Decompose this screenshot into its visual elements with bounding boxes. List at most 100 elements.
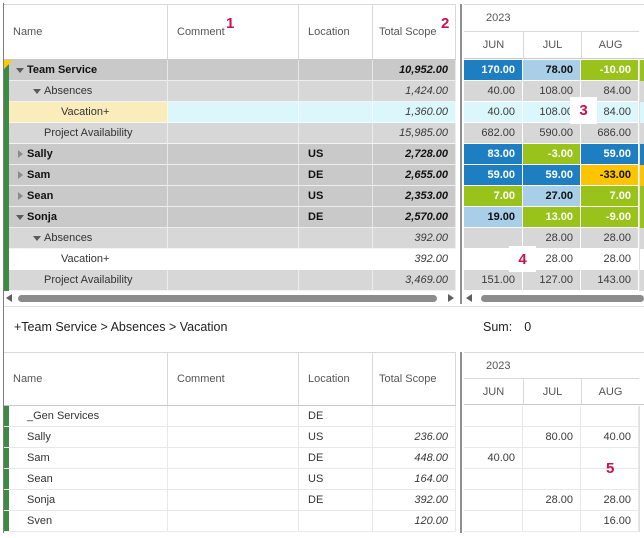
row-total-scope-cell[interactable]: 15,985.00 [373,123,456,144]
row-total-scope-cell[interactable]: 1,360.00 [373,102,456,123]
month-header-jun[interactable]: JUN [464,32,523,58]
month-value-cell[interactable] [523,511,581,532]
month-value-cell[interactable]: 151.00 [464,270,523,291]
month-header-jul[interactable]: JUL [523,32,581,58]
row-name-cell[interactable]: Absences [4,81,168,102]
row-location-cell[interactable]: US [299,427,373,448]
month-value-cell[interactable]: -9.00 [581,207,639,228]
row-total-scope-cell[interactable]: 2,655.00 [373,165,456,186]
month-value-cell[interactable]: 40.00 [464,81,523,102]
row-name-cell[interactable]: _Gen Services [4,406,168,427]
month-value-cell[interactable] [523,469,581,490]
row-comment-cell[interactable] [168,228,299,249]
month-value-cell[interactable]: -3.00 [523,144,581,165]
table-row[interactable]: Vacation+392.00 [4,249,456,270]
month-value-cell[interactable]: 27.00 [523,186,581,207]
row-comment-cell[interactable] [168,469,299,490]
table-row[interactable]: SonjaDE392.00 [4,490,456,511]
collapse-toggle[interactable] [30,236,44,241]
month-value-cell[interactable] [464,406,523,427]
row-location-cell[interactable] [299,228,373,249]
month-header-aug[interactable]: AUG [581,32,639,58]
table-row-months[interactable]: 40.00108.0084.00 [464,81,644,102]
table-row[interactable]: SamDE448.00 [4,448,456,469]
table-row-months[interactable]: 19.0013.00-9.00 [464,207,644,228]
column-header-name[interactable]: Name [4,5,168,59]
month-value-cell[interactable] [523,406,581,427]
month-value-cell[interactable] [464,427,523,448]
month-value-cell[interactable]: 59.00 [523,165,581,186]
table-row-months[interactable] [464,469,644,490]
table-row-months[interactable]: 59.0059.00-33.00 [464,165,644,186]
row-total-scope-cell[interactable]: 2,570.00 [373,207,456,228]
column-header-total-scope[interactable]: Total Scope [373,353,456,405]
row-total-scope-cell[interactable]: 164.00 [373,469,456,490]
month-value-cell[interactable]: 13.00 [523,207,581,228]
month-value-cell[interactable]: 78.00 [523,60,581,81]
month-value-cell[interactable] [464,469,523,490]
expand-toggle[interactable] [13,171,27,179]
left-panel-hscrollbar[interactable] [4,292,456,304]
right-panel-hscrollbar[interactable] [464,292,644,304]
column-header-total-scope[interactable]: Total Scope [373,5,456,59]
scroll-left-arrow-icon[interactable] [6,294,12,302]
month-value-cell[interactable]: 686.00 [581,123,639,144]
row-total-scope-cell[interactable]: 2,353.00 [373,186,456,207]
table-row[interactable]: SeanUS2,353.00 [4,186,456,207]
row-comment-cell[interactable] [168,270,299,291]
table-row[interactable]: Vacation+ 1,360.00 [4,102,456,123]
column-header-name[interactable]: Name [4,353,168,405]
row-name-cell[interactable]: Project Availability [4,123,168,144]
row-comment-cell[interactable] [168,165,299,186]
row-total-scope-cell[interactable] [373,406,456,427]
row-total-scope-cell[interactable]: 1,424.00 [373,81,456,102]
table-row-months[interactable]: 80.0040.00 [464,427,644,448]
month-value-cell[interactable]: 28.00 [581,228,639,249]
month-value-cell[interactable]: 590.00 [523,123,581,144]
scrollbar-thumb[interactable] [18,295,437,302]
row-location-cell[interactable] [299,102,373,123]
month-header-jun[interactable]: JUN [464,379,523,404]
row-comment-cell[interactable] [168,406,299,427]
row-comment-cell[interactable] [168,144,299,165]
table-row[interactable]: SamDE2,655.00 [4,165,456,186]
month-value-cell[interactable]: -10.00 [581,60,639,81]
month-value-cell[interactable]: 83.00 [464,144,523,165]
month-value-cell[interactable]: 16.00 [581,511,639,532]
collapse-toggle[interactable] [30,89,44,94]
row-name-cell[interactable]: Vacation+ [4,102,168,123]
table-row-months[interactable]: 40.00108.0084.00 [464,102,644,123]
table-row-months[interactable]: 28.0028.00 [464,490,644,511]
table-row-months[interactable]: 83.00-3.0059.00 [464,144,644,165]
row-comment-cell[interactable] [168,249,299,270]
row-name-cell[interactable]: Team Service [4,60,168,81]
month-value-cell[interactable]: 28.00 [581,249,639,270]
row-total-scope-cell[interactable]: 10,952.00 [373,60,456,81]
row-location-cell[interactable] [299,81,373,102]
row-comment-cell[interactable] [168,207,299,228]
table-row[interactable]: SonjaDE2,570.00 [4,207,456,228]
row-comment-cell[interactable] [168,490,299,511]
row-location-cell[interactable]: DE [299,207,373,228]
table-row[interactable]: _Gen ServicesDE [4,406,456,427]
row-total-scope-cell[interactable]: 392.00 [373,490,456,511]
row-location-cell[interactable] [299,123,373,144]
month-value-cell[interactable]: 682.00 [464,123,523,144]
month-header-aug[interactable]: AUG [581,379,639,404]
table-row-months[interactable]: 28.0028.00 [464,249,644,270]
month-value-cell[interactable] [464,490,523,511]
month-value-cell[interactable]: 59.00 [581,144,639,165]
row-total-scope-cell[interactable]: 236.00 [373,427,456,448]
scrollbar-thumb[interactable] [481,295,644,302]
row-location-cell[interactable]: DE [299,165,373,186]
column-header-comment[interactable]: Comment [168,5,299,59]
row-comment-cell[interactable] [168,511,299,532]
table-row-months[interactable] [464,406,644,427]
table-row[interactable]: SeanUS164.00 [4,469,456,490]
row-location-cell[interactable]: US [299,469,373,490]
month-value-cell[interactable]: -33.00 [581,165,639,186]
column-header-location[interactable]: Location [299,5,373,59]
row-total-scope-cell[interactable]: 392.00 [373,249,456,270]
table-row[interactable]: Team Service 10,952.00 [4,60,456,81]
table-row[interactable]: Project Availability3,469.00 [4,270,456,291]
